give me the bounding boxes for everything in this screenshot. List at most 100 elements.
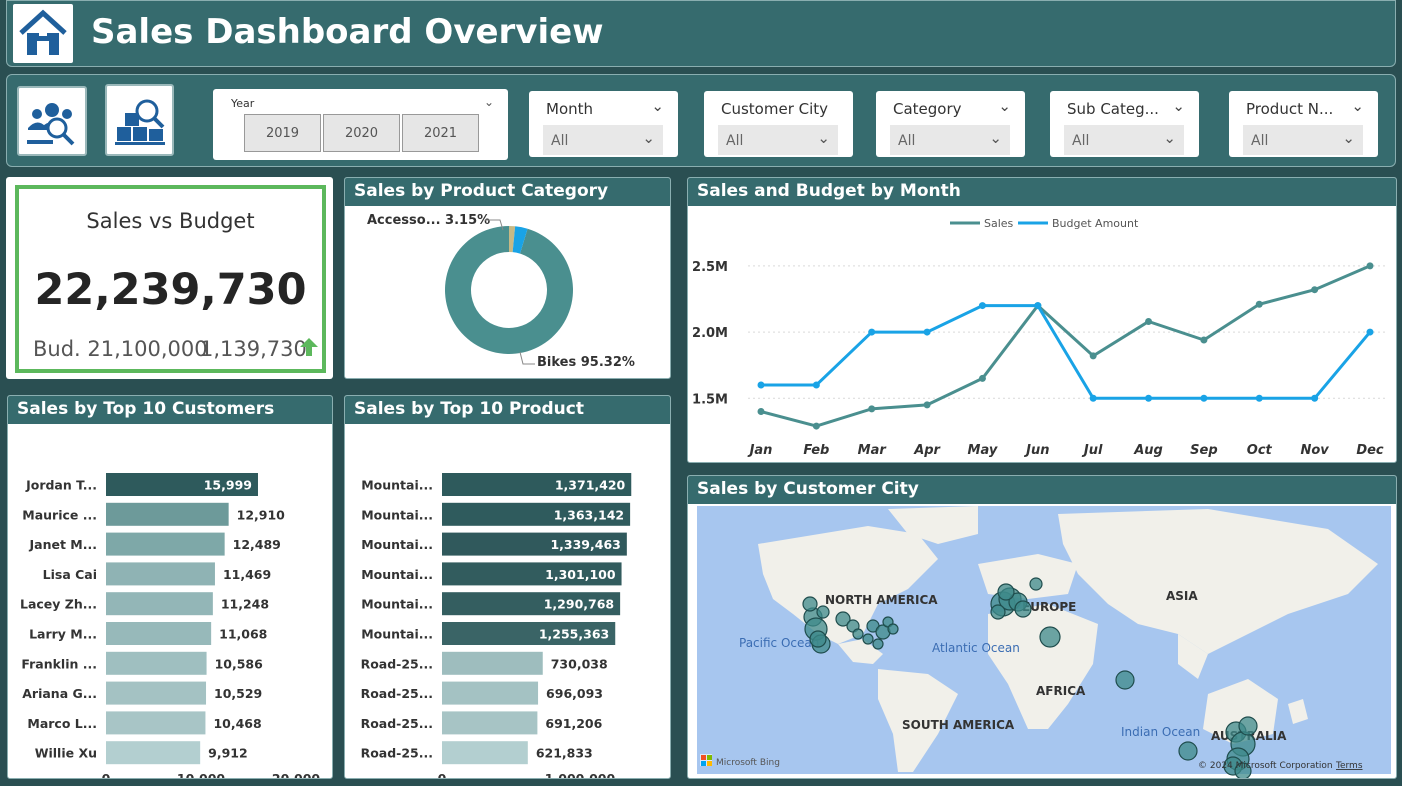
chevron-down-icon[interactable]: ⌄ [998,97,1011,115]
month-dropdown[interactable]: All ⌄ [543,125,663,155]
y-tick-label: 1.5M [692,392,728,407]
bar-value-label: 1,301,100 [545,567,616,582]
bar-category-label: Mountai... [361,478,433,493]
donut-leader-line [519,351,535,365]
customers-bar-chart: Jordan T... 15,999 Maurice ... 12,910 Janet … [20,473,320,778]
data-point[interactable] [1366,262,1374,270]
bar-category-label: Maurice ... [22,507,97,522]
kpi-difference: 1,139,730 [200,337,307,361]
data-point[interactable] [1366,328,1374,336]
data-point[interactable] [1200,394,1208,402]
year-slicer-label: Year [231,97,255,110]
bar[interactable] [442,681,539,705]
year-option-2021[interactable]: 2021 [402,114,479,152]
bar-category-label: Willie Xu [35,746,97,761]
bar[interactable] [106,592,213,616]
bar-category-label: Road-25... [361,686,433,701]
chevron-down-icon: ⌄ [642,129,655,147]
bar-value-label: 691,206 [545,716,602,731]
bar[interactable] [106,532,225,556]
data-point[interactable] [812,381,820,389]
series-line-sales[interactable] [760,264,1371,428]
chevron-down-icon[interactable]: ⌄ [484,95,494,109]
subcategory-dropdown[interactable]: All ⌄ [1064,125,1184,155]
data-point[interactable] [1089,394,1097,402]
panel-title: Sales by Product Category [345,178,670,206]
bar[interactable] [106,711,206,735]
x-tick-label: Mar [858,443,888,458]
dropdown-value: All [551,133,569,149]
data-point[interactable] [1311,286,1319,294]
bar-category-label: Mountai... [361,537,433,552]
bar[interactable] [106,741,201,765]
people-search-icon[interactable] [17,86,87,156]
chevron-down-icon: ⌄ [817,129,830,147]
data-point[interactable] [923,401,931,409]
home-icon[interactable] [13,4,73,63]
chevron-down-icon[interactable]: ⌄ [1172,97,1185,115]
data-point[interactable] [923,328,931,336]
month-slicer: Month ⌄ All ⌄ [529,91,678,157]
bar-value-label: 10,468 [213,716,261,731]
slicer-label: Month [546,100,594,118]
data-point[interactable] [978,374,986,382]
data-point[interactable] [1145,394,1153,402]
year-option-2020[interactable]: 2020 [323,114,400,152]
series-line-budget-amount[interactable] [761,304,1372,400]
chevron-down-icon: ⌄ [1342,129,1355,147]
month-panel: Sales and Budget by Month Sales Budget Am… [687,177,1397,463]
bar[interactable] [442,711,538,735]
customer-city-dropdown[interactable]: All ⌄ [718,125,838,155]
bar[interactable] [442,741,528,765]
map-terms-link[interactable]: Terms [1335,761,1363,771]
bar[interactable] [106,562,215,586]
chevron-down-icon: ⌄ [989,129,1002,147]
customers-panel: Sales by Top 10 Customers Jordan T... 15,… [7,395,333,779]
world-map[interactable]: NORTH AMERICA EUROPE ASIA AFRICA SOUTH A… [688,504,1396,778]
customer-city-slicer: Customer City All ⌄ [704,91,853,157]
data-point[interactable] [978,302,986,310]
kpi-budget: Bud. 21,100,000 [33,337,208,361]
x-tick-label: Jan [747,443,773,458]
data-point[interactable] [1311,394,1319,402]
year-slicer: Year ⌄ 2019 2020 2021 [213,89,508,160]
data-point[interactable] [757,381,765,389]
legend-label: Budget Amount [1052,217,1139,230]
year-option-2019[interactable]: 2019 [244,114,321,152]
data-point[interactable] [1145,317,1153,325]
chevron-down-icon[interactable]: ⌄ [651,97,664,115]
map-attribution: Microsoft Bing [716,758,780,768]
bar-category-label: Mountai... [361,627,433,642]
x-tick-label: Nov [1300,443,1329,458]
data-point[interactable] [1200,336,1208,344]
map-label-south-america: SOUTH AMERICA [902,718,1015,732]
chevron-down-icon[interactable]: ⌄ [1351,97,1364,115]
data-point[interactable] [1255,394,1263,402]
bar[interactable] [442,651,543,675]
inventory-search-icon[interactable] [105,84,174,156]
dropdown-value: All [898,133,916,149]
bar-value-label: 12,910 [237,507,286,522]
products-panel: Sales by Top 10 Product Mountai... 1,371,… [344,395,671,779]
x-tick-label: Jun [1023,443,1049,458]
data-point[interactable] [1255,300,1263,308]
bar-category-label: Road-25... [361,656,433,671]
bar[interactable] [106,622,212,645]
y-tick-label: 2.5M [692,260,728,275]
data-point[interactable] [1089,352,1097,360]
dropdown-value: All [1072,133,1090,149]
bar[interactable] [106,502,229,526]
bar-value-label: 12,489 [233,537,281,552]
data-point[interactable] [868,328,876,336]
panel-title: Sales by Top 10 Customers [8,396,332,424]
data-point[interactable] [812,422,820,430]
product-name-dropdown[interactable]: All ⌄ [1243,125,1363,155]
data-point[interactable] [1034,302,1042,310]
bar-value-label: 1,255,363 [539,627,609,642]
bar[interactable] [106,651,207,675]
data-point[interactable] [868,405,876,413]
bar[interactable] [106,681,207,705]
map-label-pacific: Pacific Ocean [739,636,819,650]
category-dropdown[interactable]: All ⌄ [890,125,1010,155]
data-point[interactable] [757,408,765,416]
